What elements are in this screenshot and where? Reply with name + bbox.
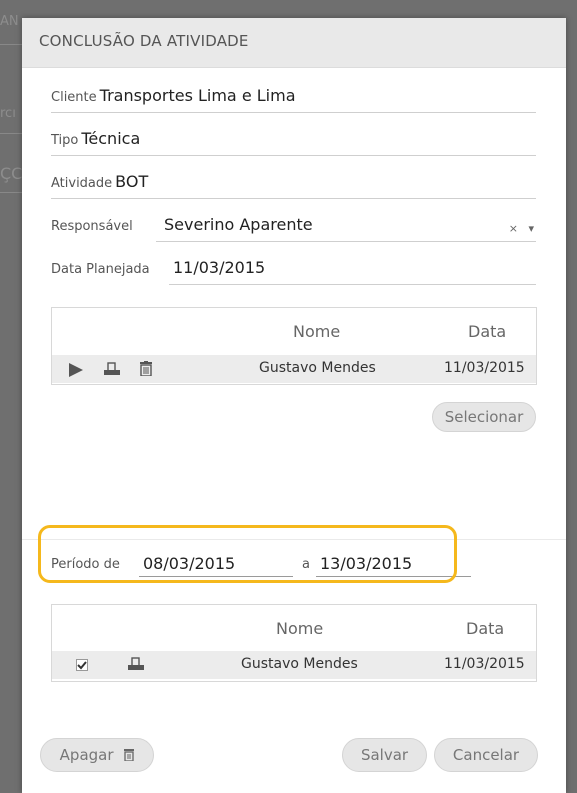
participantes-grid: Nome Data Gustavo Mendes 11/03/2015 xyxy=(51,604,537,682)
col-nome-header: Nome xyxy=(293,322,341,341)
row-nome: Gustavo Mendes xyxy=(241,656,358,672)
atividade-field[interactable]: Atividade BOT xyxy=(51,172,536,199)
trash-icon xyxy=(124,749,135,762)
trash-icon[interactable] xyxy=(140,361,152,376)
background-text: rcı xyxy=(0,106,16,121)
selecionar-button[interactable]: Selecionar xyxy=(432,402,536,432)
cancelar-button[interactable]: Cancelar xyxy=(434,738,538,772)
salvar-button[interactable]: Salvar xyxy=(342,738,427,772)
print-icon[interactable] xyxy=(127,657,145,672)
atividade-value: BOT xyxy=(115,172,149,191)
tipo-value: Técnica xyxy=(81,129,141,148)
data-planejada-input[interactable]: 11/03/2015 xyxy=(169,258,536,285)
apagar-label: Apagar xyxy=(59,746,114,764)
table-row[interactable]: Gustavo Mendes 11/03/2015 xyxy=(52,651,536,679)
row-data: 11/03/2015 xyxy=(444,656,525,672)
row-nome: Gustavo Mendes xyxy=(259,360,376,376)
chevron-down-icon[interactable]: ▾ xyxy=(528,222,534,235)
row-data: 11/03/2015 xyxy=(444,360,525,376)
background-text: ÇC xyxy=(0,164,23,183)
checkbox-checked[interactable] xyxy=(76,659,88,671)
data-planejada-field: Data Planejada 11/03/2015 xyxy=(51,258,536,285)
conclusao-dialog: CONCLUSÃO DA ATIVIDADE Cliente Transporte… xyxy=(22,18,566,793)
data-planejada-label: Data Planejada xyxy=(51,262,150,277)
data-planejada-value: 11/03/2015 xyxy=(173,258,266,277)
apagar-button[interactable]: Apagar xyxy=(40,738,154,772)
atividade-grid: Nome Data Gustavo Mendes 11/03/2015 xyxy=(51,307,537,385)
col-nome-header: Nome xyxy=(276,619,324,638)
responsavel-value: Severino Aparente xyxy=(164,215,313,234)
col-data-header: Data xyxy=(466,619,505,638)
play-icon[interactable] xyxy=(69,363,83,377)
cliente-value: Transportes Lima e Lima xyxy=(99,86,296,105)
tipo-label: Tipo xyxy=(51,133,79,148)
responsavel-field: Responsável Severino Aparente × ▾ xyxy=(51,215,536,242)
clear-icon[interactable]: × xyxy=(509,222,518,235)
periodo-highlight xyxy=(38,525,457,583)
table-row[interactable]: Gustavo Mendes 11/03/2015 xyxy=(52,355,536,383)
responsavel-label: Responsável xyxy=(51,219,133,234)
cliente-field[interactable]: Cliente Transportes Lima e Lima xyxy=(51,86,536,113)
responsavel-select[interactable]: Severino Aparente × ▾ xyxy=(156,215,536,242)
cliente-label: Cliente xyxy=(51,90,97,105)
print-icon[interactable] xyxy=(103,362,121,377)
tipo-field[interactable]: Tipo Técnica xyxy=(51,129,536,156)
col-data-header: Data xyxy=(468,322,507,341)
atividade-label: Atividade xyxy=(51,176,113,191)
background-text: AN xyxy=(0,14,19,29)
dialog-title: CONCLUSÃO DA ATIVIDADE xyxy=(22,18,566,68)
